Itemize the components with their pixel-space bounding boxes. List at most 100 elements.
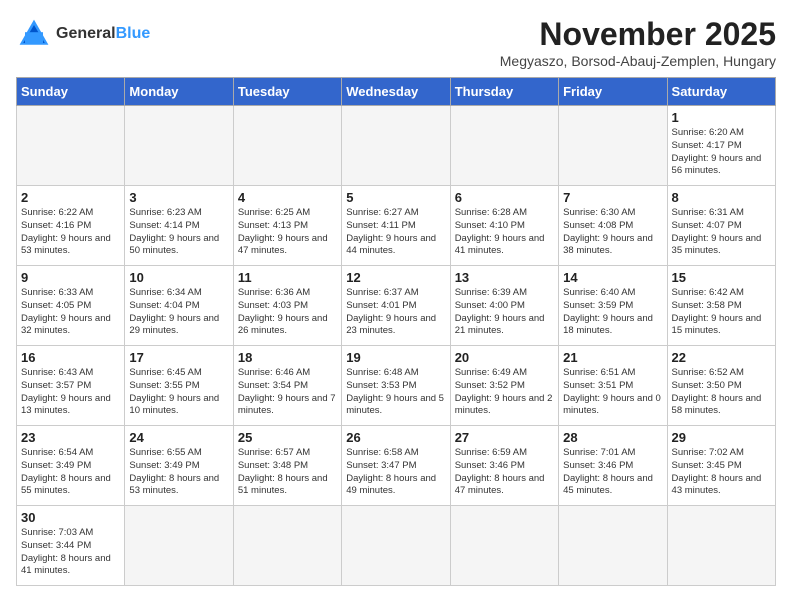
day-number: 5 [346,190,445,205]
day-info: Sunrise: 6:27 AM Sunset: 4:11 PM Dayligh… [346,207,445,258]
day-info: Sunrise: 6:34 AM Sunset: 4:04 PM Dayligh… [129,287,228,338]
day-number: 28 [563,430,662,445]
day-number: 26 [346,430,445,445]
day-number: 11 [238,270,337,285]
weekday-header-friday: Friday [559,78,667,106]
day-number: 29 [672,430,771,445]
day-number: 20 [455,350,554,365]
day-info: Sunrise: 6:30 AM Sunset: 4:08 PM Dayligh… [563,207,662,258]
calendar-cell: 9 Sunrise: 6:33 AM Sunset: 4:05 PM Daylig… [17,266,125,346]
calendar-cell [342,506,450,586]
logo: GeneralBlue [16,16,150,52]
day-info: Sunrise: 6:51 AM Sunset: 3:51 PM Dayligh… [563,367,662,418]
day-info: Sunrise: 6:49 AM Sunset: 3:52 PM Dayligh… [455,367,554,418]
day-info: Sunrise: 6:52 AM Sunset: 3:50 PM Dayligh… [672,367,771,418]
calendar-cell: 21 Sunrise: 6:51 AM Sunset: 3:51 PM Dayli… [559,346,667,426]
logo-icon [16,16,52,52]
day-number: 21 [563,350,662,365]
weekday-header-row: SundayMondayTuesdayWednesdayThursdayFrid… [17,78,776,106]
calendar-cell: 13 Sunrise: 6:39 AM Sunset: 4:00 PM Dayli… [450,266,558,346]
day-number: 15 [672,270,771,285]
calendar-cell: 17Sunrise: 6:45 AM Sunset: 3:55 PM Dayli… [125,346,233,426]
day-info: Sunrise: 6:46 AM Sunset: 3:54 PM Dayligh… [238,367,337,418]
week-row-2: 2Sunrise: 6:22 AM Sunset: 4:16 PM Daylig… [17,186,776,266]
day-info: Sunrise: 6:33 AM Sunset: 4:05 PM Dayligh… [21,287,120,338]
day-number: 7 [563,190,662,205]
calendar-cell: 26 Sunrise: 6:58 AM Sunset: 3:47 PM Dayli… [342,426,450,506]
day-info: Sunrise: 6:54 AM Sunset: 3:49 PM Dayligh… [21,447,120,498]
day-info: Sunrise: 6:48 AM Sunset: 3:53 PM Dayligh… [346,367,445,418]
calendar-cell: 10 Sunrise: 6:34 AM Sunset: 4:04 PM Dayli… [125,266,233,346]
calendar-cell: 22 Sunrise: 6:52 AM Sunset: 3:50 PM Dayli… [667,346,775,426]
calendar-cell: 12Sunrise: 6:37 AM Sunset: 4:01 PM Dayli… [342,266,450,346]
day-info: Sunrise: 6:59 AM Sunset: 3:46 PM Dayligh… [455,447,554,498]
week-row-4: 16 Sunrise: 6:43 AM Sunset: 3:57 PM Dayli… [17,346,776,426]
calendar-cell: 14 Sunrise: 6:40 AM Sunset: 3:59 PM Dayli… [559,266,667,346]
month-title: November 2025 [500,16,776,53]
day-info: Sunrise: 6:57 AM Sunset: 3:48 PM Dayligh… [238,447,337,498]
day-info: Sunrise: 7:01 AM Sunset: 3:46 PM Dayligh… [563,447,662,498]
day-number: 19 [346,350,445,365]
calendar-cell [559,106,667,186]
day-number: 9 [21,270,120,285]
calendar-cell: 4 Sunrise: 6:25 AM Sunset: 4:13 PM Daylig… [233,186,341,266]
calendar-cell [17,106,125,186]
header: GeneralBlue November 2025 Megyaszo, Bors… [16,16,776,69]
day-number: 10 [129,270,228,285]
day-number: 6 [455,190,554,205]
calendar-cell: 20 Sunrise: 6:49 AM Sunset: 3:52 PM Dayli… [450,346,558,426]
day-number: 17 [129,350,228,365]
calendar-cell [342,106,450,186]
calendar-cell: 15Sunrise: 6:42 AM Sunset: 3:58 PM Dayli… [667,266,775,346]
calendar-cell: 27 Sunrise: 6:59 AM Sunset: 3:46 PM Dayli… [450,426,558,506]
weekday-header-saturday: Saturday [667,78,775,106]
calendar-cell [559,506,667,586]
day-info: Sunrise: 6:20 AM Sunset: 4:17 PM Dayligh… [672,127,771,178]
calendar-cell [233,506,341,586]
calendar-cell: 7 Sunrise: 6:30 AM Sunset: 4:08 PM Daylig… [559,186,667,266]
day-number: 25 [238,430,337,445]
week-row-6: 30 Sunrise: 7:03 AM Sunset: 3:44 PM Dayli… [17,506,776,586]
calendar-cell: 23Sunrise: 6:54 AM Sunset: 3:49 PM Dayli… [17,426,125,506]
weekday-header-wednesday: Wednesday [342,78,450,106]
day-info: Sunrise: 7:03 AM Sunset: 3:44 PM Dayligh… [21,527,120,578]
day-info: Sunrise: 6:25 AM Sunset: 4:13 PM Dayligh… [238,207,337,258]
week-row-3: 9 Sunrise: 6:33 AM Sunset: 4:05 PM Daylig… [17,266,776,346]
calendar-cell: 16 Sunrise: 6:43 AM Sunset: 3:57 PM Dayli… [17,346,125,426]
calendar-cell: 29 Sunrise: 7:02 AM Sunset: 3:45 PM Dayli… [667,426,775,506]
calendar-cell: 6 Sunrise: 6:28 AM Sunset: 4:10 PM Daylig… [450,186,558,266]
calendar-cell: 5 Sunrise: 6:27 AM Sunset: 4:11 PM Daylig… [342,186,450,266]
day-number: 22 [672,350,771,365]
calendar-cell [125,106,233,186]
calendar-cell: 30 Sunrise: 7:03 AM Sunset: 3:44 PM Dayli… [17,506,125,586]
day-number: 4 [238,190,337,205]
calendar-cell: 24 Sunrise: 6:55 AM Sunset: 3:49 PM Dayli… [125,426,233,506]
day-info: Sunrise: 6:43 AM Sunset: 3:57 PM Dayligh… [21,367,120,418]
calendar-cell: 2Sunrise: 6:22 AM Sunset: 4:16 PM Daylig… [17,186,125,266]
day-info: Sunrise: 6:58 AM Sunset: 3:47 PM Dayligh… [346,447,445,498]
calendar-cell: 8Sunrise: 6:31 AM Sunset: 4:07 PM Daylig… [667,186,775,266]
calendar-cell [450,506,558,586]
day-number: 16 [21,350,120,365]
day-info: Sunrise: 6:22 AM Sunset: 4:16 PM Dayligh… [21,207,120,258]
day-info: Sunrise: 6:39 AM Sunset: 4:00 PM Dayligh… [455,287,554,338]
day-number: 24 [129,430,228,445]
day-info: Sunrise: 7:02 AM Sunset: 3:45 PM Dayligh… [672,447,771,498]
weekday-header-thursday: Thursday [450,78,558,106]
calendar-cell [667,506,775,586]
day-info: Sunrise: 6:55 AM Sunset: 3:49 PM Dayligh… [129,447,228,498]
day-number: 30 [21,510,120,525]
day-number: 13 [455,270,554,285]
day-info: Sunrise: 6:40 AM Sunset: 3:59 PM Dayligh… [563,287,662,338]
weekday-header-monday: Monday [125,78,233,106]
day-info: Sunrise: 6:28 AM Sunset: 4:10 PM Dayligh… [455,207,554,258]
calendar-cell: 1Sunrise: 6:20 AM Sunset: 4:17 PM Daylig… [667,106,775,186]
logo-wordmark: GeneralBlue [56,25,150,43]
day-info: Sunrise: 6:36 AM Sunset: 4:03 PM Dayligh… [238,287,337,338]
week-row-1: 1Sunrise: 6:20 AM Sunset: 4:17 PM Daylig… [17,106,776,186]
day-number: 27 [455,430,554,445]
calendar-cell [233,106,341,186]
day-number: 14 [563,270,662,285]
day-info: Sunrise: 6:31 AM Sunset: 4:07 PM Dayligh… [672,207,771,258]
day-number: 12 [346,270,445,285]
